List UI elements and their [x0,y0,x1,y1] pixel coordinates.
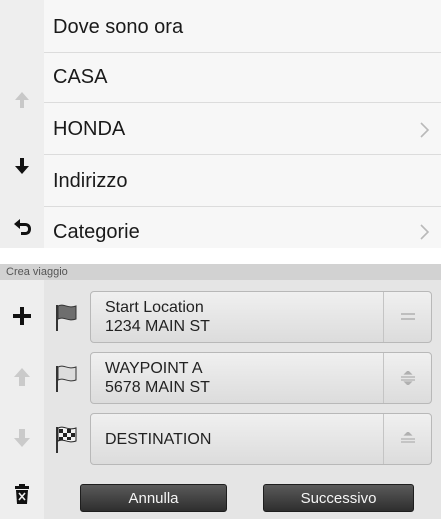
stop-address: 1234 MAIN ST [105,318,210,335]
move-up-icon [14,368,30,386]
trip-stop-row: DESTINATION [44,411,441,467]
add-icon [13,307,31,325]
trip-stop-card[interactable]: WAYPOINT A 5678 MAIN ST [90,352,432,404]
screen-title: Crea viaggio [0,264,441,280]
menu-item-label: Dove sono ora [53,16,184,38]
trip-stop-list: Start Location 1234 MAIN ST WAYPOINT A 5… [44,280,441,519]
menu-item-honda[interactable]: HONDA [44,105,441,155]
menu-item-home[interactable]: CASA [44,53,441,103]
delete-button[interactable] [0,472,44,516]
trip-stop-card[interactable]: DESTINATION [90,413,432,465]
menu-item-label: CASA [53,66,108,88]
menu-side-rail [0,0,44,248]
cancel-button[interactable]: Annulla [80,484,227,512]
reorder-handle-icon[interactable] [383,353,431,403]
scroll-up-icon [15,92,29,108]
chevron-right-icon [413,223,437,241]
chevron-right-icon [413,121,437,139]
menu-item-current-location[interactable]: Dove sono ora [44,3,441,53]
menu-item-address[interactable]: Indirizzo [44,157,441,207]
trip-stop-row: Start Location 1234 MAIN ST [44,289,441,345]
create-trip-screen: Crea viaggio Start Location 1234 MAIN ST [0,264,441,519]
menu-item-label: Categorie [53,220,140,243]
trip-action-bar: Annulla Successivo [44,476,441,519]
reorder-handle-icon[interactable] [383,292,431,342]
menu-item-label: HONDA [53,118,126,140]
waypoint-flag-icon [44,350,88,406]
move-up-button[interactable] [0,355,44,399]
delete-icon [15,484,29,504]
scroll-up-button[interactable] [0,78,44,122]
back-button[interactable] [0,204,44,248]
scroll-down-button[interactable] [0,144,44,188]
menu-item-categories[interactable]: Categorie [44,207,441,257]
destination-menu-screen: Dove sono ora CASA HONDA Indirizzo Categ… [0,0,441,248]
trip-stop-row: WAYPOINT A 5678 MAIN ST [44,350,441,406]
add-stop-button[interactable] [0,294,44,338]
destination-menu-list: Dove sono ora CASA HONDA Indirizzo Categ… [44,0,441,248]
trip-stop-card[interactable]: Start Location 1234 MAIN ST [90,291,432,343]
reorder-handle-icon[interactable] [383,414,431,464]
move-down-button[interactable] [0,416,44,460]
next-button[interactable]: Successivo [263,484,414,512]
stop-name: WAYPOINT A [105,360,203,377]
start-flag-icon [44,289,88,345]
move-down-icon [14,429,30,447]
scroll-down-icon [15,158,29,174]
stop-name: Start Location [105,299,204,316]
menu-item-label: Indirizzo [53,170,128,192]
back-icon [14,219,31,235]
stop-name: DESTINATION [105,430,212,448]
stop-address: 5678 MAIN ST [105,379,210,396]
destination-flag-icon [44,411,88,467]
trip-side-rail [0,280,44,519]
